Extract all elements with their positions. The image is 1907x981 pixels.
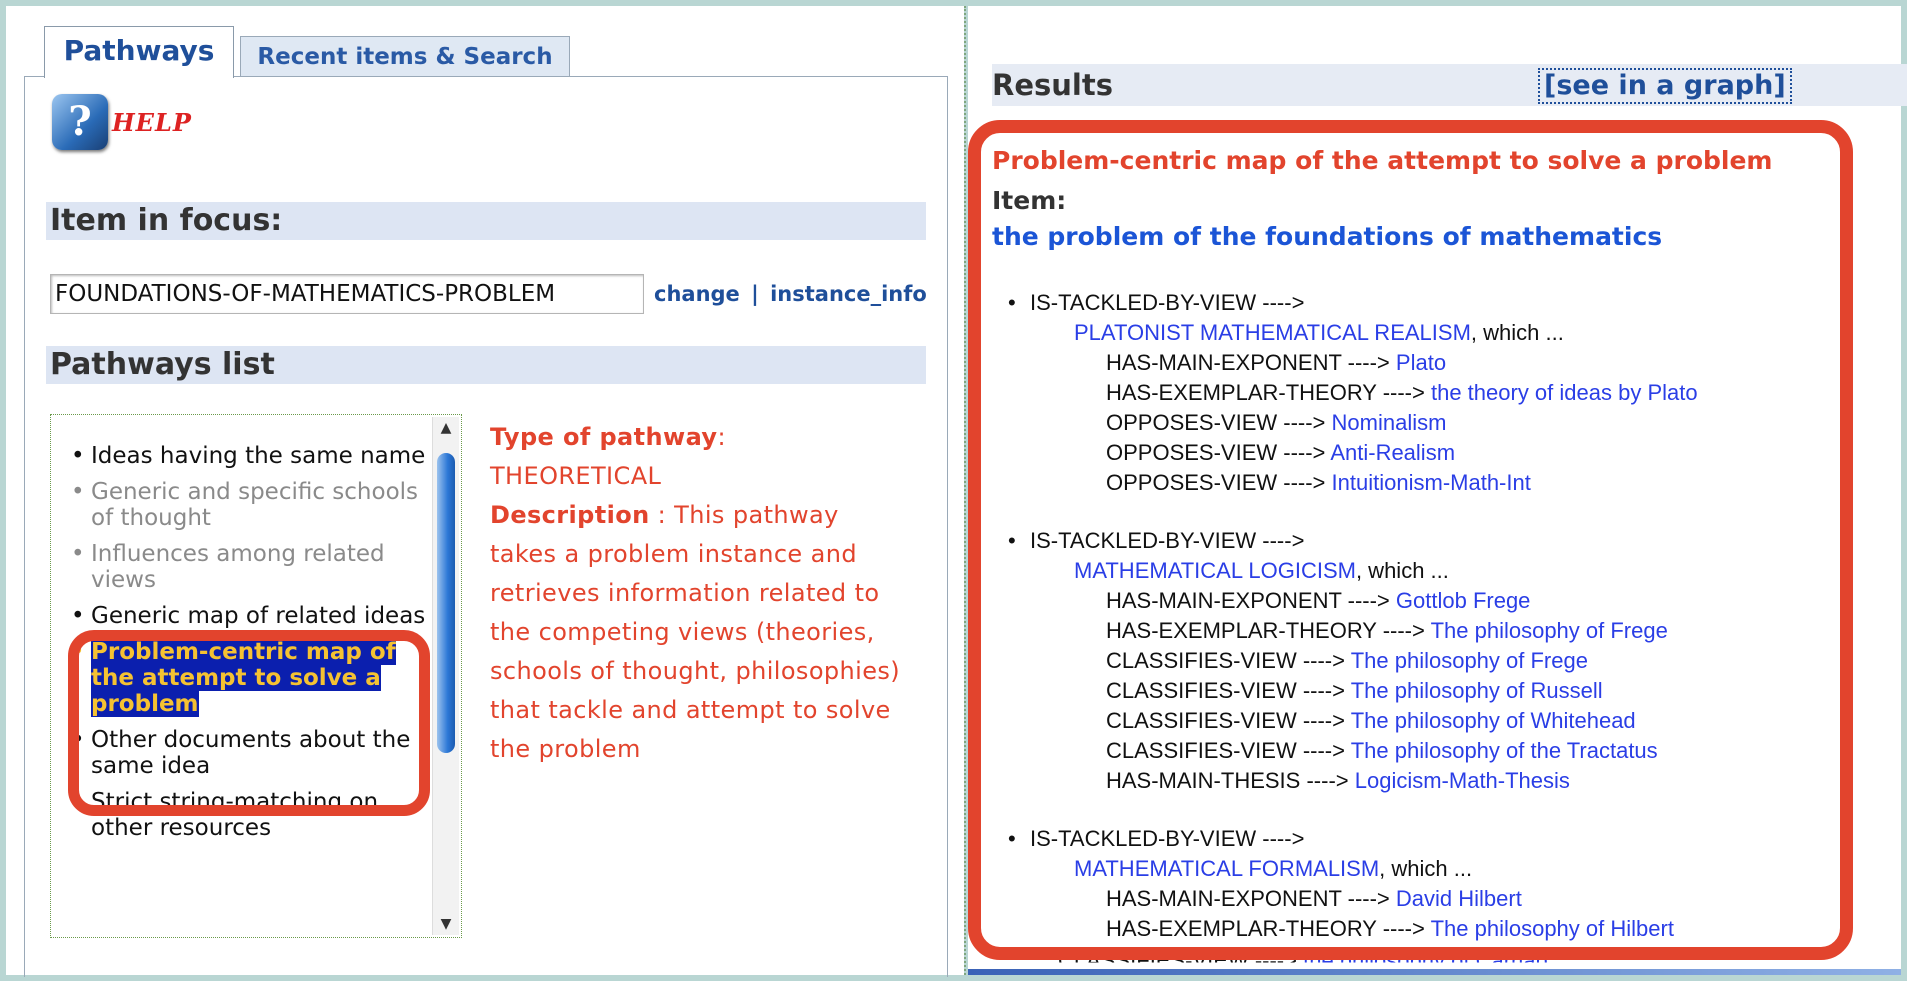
pathway-item[interactable]: • Generic and specific schools of thought	[69, 479, 439, 531]
bullet-icon: •	[71, 443, 85, 469]
tab-recent-search[interactable]: Recent items & Search	[240, 36, 570, 76]
scroll-up-arrow-icon[interactable]: ▲	[433, 417, 459, 439]
focus-links: change | instance_info	[654, 282, 927, 306]
bullet-icon: •	[71, 541, 85, 567]
pathway-item[interactable]: • Ideas having the same name	[69, 443, 439, 469]
pathway-item[interactable]: • Influences among related views	[69, 541, 439, 593]
help-icon: ?	[52, 94, 108, 150]
focus-item-field[interactable]: FOUNDATIONS-OF-MATHEMATICS-PROBLEM	[50, 274, 644, 314]
type-colon: :	[717, 423, 726, 451]
pathway-item-label: Generic map of related ideas	[91, 603, 426, 629]
pathway-item[interactable]: • Generic map of related ideas	[69, 603, 439, 629]
link-separator: |	[751, 282, 759, 306]
bullet-icon: •	[71, 479, 85, 505]
help-label: HELP	[112, 108, 192, 137]
results-pane: Results [see in a graph] Problem-centric…	[968, 6, 1907, 975]
selection-highlight-annotation	[68, 630, 430, 816]
results-header: Results [see in a graph]	[992, 64, 1907, 106]
pathway-item-label: Influences among related views	[91, 541, 385, 593]
instance-info-link[interactable]: instance_info	[770, 282, 927, 306]
pathway-description: Type of pathway: THEORETICAL Description…	[490, 418, 910, 769]
see-in-graph-link[interactable]: [see in a graph]	[1538, 68, 1792, 104]
scrollbar-thumb[interactable]	[437, 453, 455, 753]
pathways-list-heading: Pathways list	[46, 346, 926, 384]
type-of-pathway-value: THEORETICAL	[490, 462, 662, 490]
pathway-item-label: Ideas having the same name	[91, 443, 426, 469]
scroll-down-arrow-icon[interactable]: ▼	[433, 913, 459, 935]
left-pane: Pathways Recent items & Search ? HELP It…	[6, 6, 964, 977]
tab-pathways[interactable]: Pathways	[44, 26, 234, 78]
bottom-scroll-strip[interactable]	[968, 969, 1901, 975]
pathways-scrollbar[interactable]: ▲ ▼	[432, 417, 459, 935]
description-label: Description	[490, 501, 650, 529]
type-of-pathway-label: Type of pathway	[490, 423, 718, 451]
change-link[interactable]: change	[654, 282, 740, 306]
description-text: : This pathway takes a problem instance …	[490, 501, 901, 763]
results-highlight-annotation	[968, 120, 1853, 960]
pathway-item-label: Generic and specific schools of thought	[91, 479, 419, 531]
pane-divider[interactable]	[964, 6, 966, 975]
bullet-icon: •	[71, 603, 85, 629]
item-in-focus-heading: Item in focus:	[46, 202, 926, 240]
help-button[interactable]: ? HELP	[52, 94, 232, 158]
results-title: Results	[992, 68, 1113, 102]
